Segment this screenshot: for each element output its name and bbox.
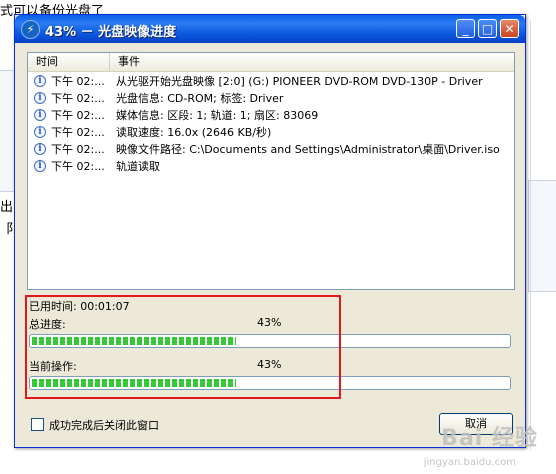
watermark-logo: Bai 经验 bbox=[441, 426, 538, 451]
row-event: 从光驱开始光盘映像 [2:0] (G:) PIONEER DVD-ROM DVD… bbox=[116, 75, 483, 88]
close-on-complete-checkbox[interactable] bbox=[31, 418, 44, 431]
close-button[interactable]: ✕ bbox=[500, 19, 519, 38]
background-panel-left bbox=[0, 70, 15, 192]
list-item[interactable]: i 下午 02:... 读取速度: 16.0x (2646 KB/秒) bbox=[28, 124, 514, 141]
info-icon: i bbox=[34, 143, 46, 155]
row-event: 光盘信息: CD-ROM; 标签: Driver bbox=[116, 92, 284, 105]
list-header: 时间 事件 bbox=[28, 53, 514, 72]
row-time: 下午 02:... bbox=[51, 92, 105, 105]
column-header-event[interactable]: 事件 bbox=[110, 53, 514, 71]
list-item[interactable]: i 下午 02:... 从光驱开始光盘映像 [2:0] (G:) PIONEER… bbox=[28, 73, 514, 90]
info-icon: i bbox=[34, 160, 46, 172]
close-on-complete-label[interactable]: 成功完成后关闭此窗口 bbox=[49, 417, 159, 433]
row-time: 下午 02:... bbox=[51, 160, 105, 173]
watermark-url: jingyan.baidu.com bbox=[423, 457, 516, 468]
list-rows: i 下午 02:... 从光驱开始光盘映像 [2:0] (G:) PIONEER… bbox=[28, 73, 514, 175]
minimize-button[interactable]: _ bbox=[456, 19, 475, 38]
row-event: 映像文件路径: C:\Documents and Settings\Admini… bbox=[116, 143, 500, 156]
info-icon: i bbox=[34, 92, 46, 104]
maximize-button[interactable]: □ bbox=[478, 19, 497, 38]
window-title: 43% － 光盘映像进度 bbox=[45, 25, 177, 40]
row-time: 下午 02:... bbox=[51, 126, 105, 139]
row-time: 下午 02:... bbox=[51, 109, 105, 122]
app-icon: ⚡ bbox=[21, 20, 40, 39]
column-header-time[interactable]: 时间 bbox=[28, 53, 110, 71]
row-event: 读取速度: 16.0x (2646 KB/秒) bbox=[116, 126, 272, 139]
background-panel-right bbox=[528, 180, 556, 292]
title-bar[interactable]: ⚡ 43% － 光盘映像进度 _ □ ✕ bbox=[15, 15, 525, 43]
list-item[interactable]: i 下午 02:... 映像文件路径: C:\Documents and Set… bbox=[28, 141, 514, 158]
info-icon: i bbox=[34, 109, 46, 121]
info-icon: i bbox=[34, 75, 46, 87]
list-item[interactable]: i 下午 02:... 轨道读取 bbox=[28, 158, 514, 175]
annotation-highlight-box bbox=[25, 295, 341, 399]
progress-dialog: ⚡ 43% － 光盘映像进度 _ □ ✕ 时间 事件 i 下午 02:... 从… bbox=[14, 14, 526, 448]
row-event: 媒体信息: 区段: 1; 轨道: 1; 扇区: 83069 bbox=[116, 109, 319, 122]
info-icon: i bbox=[34, 126, 46, 138]
row-time: 下午 02:... bbox=[51, 75, 105, 88]
row-event: 轨道读取 bbox=[116, 160, 160, 173]
background-divider bbox=[530, 20, 531, 450]
list-item[interactable]: i 下午 02:... 媒体信息: 区段: 1; 轨道: 1; 扇区: 8306… bbox=[28, 107, 514, 124]
event-list[interactable]: 时间 事件 i 下午 02:... 从光驱开始光盘映像 [2:0] (G:) P… bbox=[27, 52, 515, 290]
row-time: 下午 02:... bbox=[51, 143, 105, 156]
list-item[interactable]: i 下午 02:... 光盘信息: CD-ROM; 标签: Driver bbox=[28, 90, 514, 107]
